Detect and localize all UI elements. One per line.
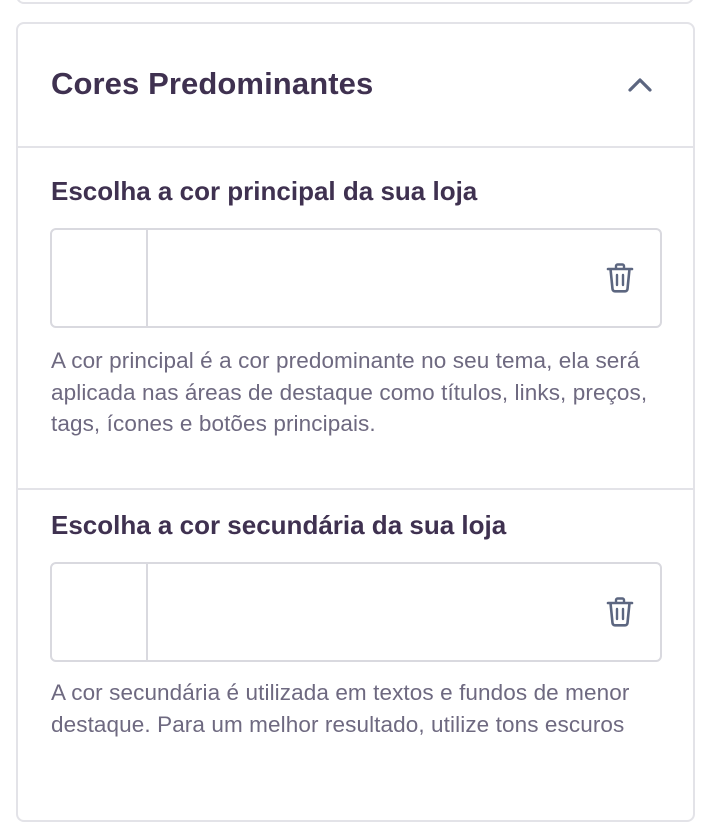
primary-color-section: Escolha a cor principal da sua loja A co… [18, 148, 693, 490]
panel-header[interactable]: Cores Predominantes [18, 24, 693, 148]
secondary-color-section: Escolha a cor secundária da sua loja A c… [18, 490, 693, 810]
trash-icon [606, 597, 634, 627]
previous-panel-edge [16, 0, 694, 4]
secondary-color-input [50, 562, 662, 662]
primary-color-swatch[interactable] [52, 230, 148, 326]
collapse-button[interactable] [623, 68, 657, 102]
predominant-colors-panel: Cores Predominantes Escolha a cor princi… [16, 22, 695, 822]
secondary-color-label: Escolha a cor secundária da sua loja [51, 510, 507, 540]
primary-color-delete-button[interactable] [602, 260, 638, 296]
secondary-color-delete-button[interactable] [602, 594, 638, 630]
chevron-up-icon [628, 78, 652, 92]
primary-color-help: A cor principal é a cor predominante no … [51, 348, 648, 436]
secondary-color-help: A cor secundária é utilizada em textos e… [51, 680, 630, 737]
primary-color-label: Escolha a cor principal da sua loja [51, 176, 478, 206]
primary-color-input [50, 228, 662, 328]
panel-title: Cores Predominantes [51, 66, 374, 101]
primary-color-field[interactable] [150, 230, 590, 326]
trash-icon [606, 263, 634, 293]
secondary-color-swatch[interactable] [52, 564, 148, 660]
secondary-color-field[interactable] [150, 564, 590, 660]
